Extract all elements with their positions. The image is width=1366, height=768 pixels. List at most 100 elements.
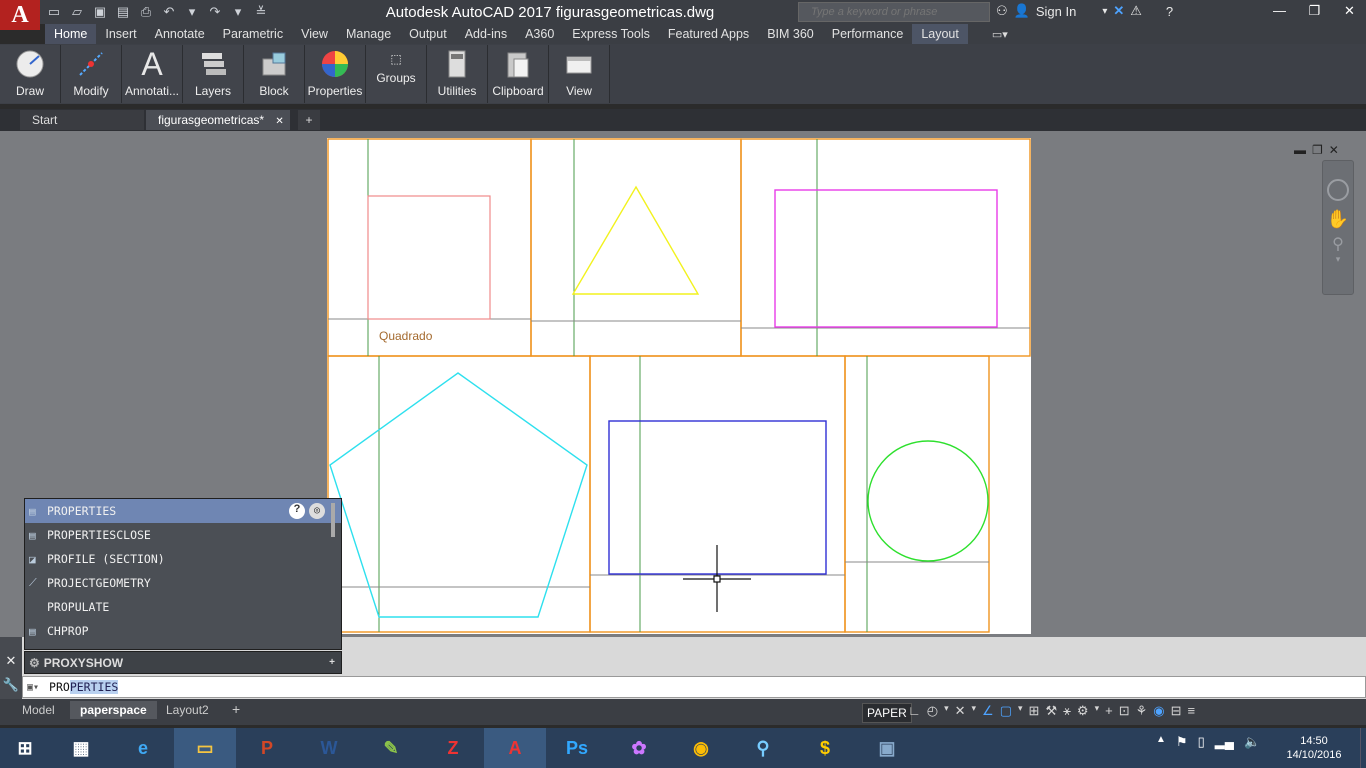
show-hidden-icons-icon[interactable]: ▲ — [1156, 734, 1166, 750]
file-tab-current[interactable]: figurasgeometricas* ✕ — [146, 110, 290, 130]
lineweight-icon[interactable]: ▢ — [1000, 703, 1012, 719]
powerpoint-icon[interactable]: P — [236, 728, 298, 768]
autocad-taskbar-icon[interactable]: A — [484, 728, 546, 768]
search-box[interactable] — [798, 2, 991, 22]
tab-bim-360[interactable]: BIM 360 — [758, 24, 823, 44]
volume-icon[interactable]: 🔈 — [1244, 734, 1260, 750]
file-tab-start[interactable]: Start — [20, 110, 144, 130]
autocomplete-item[interactable]: PROPULATE — [25, 595, 341, 619]
save-as-icon[interactable]: ▤ — [115, 4, 131, 20]
layout-tab-paperspace[interactable]: paperspace — [70, 701, 157, 719]
chevron-down-icon[interactable]: ▾ — [1102, 6, 1107, 17]
paper-sheet[interactable]: Quadrado — [327, 138, 1031, 634]
new-layout-button[interactable]: + — [226, 701, 246, 717]
utilities-panel-button[interactable]: Utilities — [427, 45, 488, 103]
tab-a360[interactable]: A360 — [516, 24, 563, 44]
pan-icon[interactable]: ✋ — [1323, 209, 1353, 230]
task-view-icon[interactable]: ▦ — [50, 728, 112, 768]
tab-performance[interactable]: Performance — [823, 24, 913, 44]
magnifier-icon[interactable]: ⚲ — [732, 728, 794, 768]
polar-icon[interactable]: ◴ — [927, 703, 938, 719]
command-prompt-icon[interactable]: ▣▾ — [27, 682, 39, 693]
sign-in-link[interactable]: Sign In — [1036, 4, 1076, 19]
new-tab-button[interactable]: + — [298, 110, 320, 130]
autocomplete-scrollbar[interactable] — [331, 503, 335, 537]
autocomplete-item[interactable]: ▤ PROPERTIES ? ◎ — [25, 499, 341, 523]
photos-icon[interactable]: ▣ — [856, 728, 918, 768]
clock[interactable]: 14:50 14/10/2016 — [1286, 734, 1342, 762]
close-tab-icon[interactable]: ✕ — [275, 116, 283, 127]
filezilla-icon[interactable]: Z — [422, 728, 484, 768]
autocomplete-item[interactable]: ▤ PROPERTIESCLOSE — [25, 523, 341, 547]
quick-properties-icon[interactable]: ⊞ — [1029, 703, 1040, 719]
internet-explorer-icon[interactable]: e — [112, 728, 174, 768]
autocomplete-item[interactable]: ⟋ PROJECTGEOMETRY — [25, 571, 341, 595]
application-menu-button[interactable]: A — [0, 0, 40, 30]
web-search-icon[interactable]: ◎ — [309, 503, 325, 519]
tab-home[interactable]: Home — [45, 24, 97, 44]
autocomplete-item[interactable]: ▤ CHPROP — [25, 619, 341, 643]
color-app-icon[interactable]: ✿ — [608, 728, 670, 768]
battery-icon[interactable]: ▯ — [1198, 734, 1205, 750]
network-icon[interactable]: ▂▄ — [1215, 734, 1234, 750]
close-command-line-icon[interactable]: ✕ — [0, 653, 22, 669]
photoshop-icon[interactable]: Ps — [546, 728, 608, 768]
layers-panel-button[interactable]: Layers — [183, 45, 244, 103]
tab-express-tools[interactable]: Express Tools — [563, 24, 659, 44]
drawing-canvas[interactable] — [327, 138, 1031, 634]
modify-panel-button[interactable]: Modify — [61, 45, 122, 103]
view-panel-button[interactable]: View — [549, 45, 610, 103]
open-file-icon[interactable]: ▱ — [69, 4, 85, 20]
isolate-objects-icon[interactable]: ⚘ — [1136, 703, 1148, 719]
customize-qat-icon[interactable]: ≚ — [253, 4, 269, 20]
clipboard-panel-button[interactable]: Clipboard — [488, 45, 549, 103]
binoculars-icon[interactable]: ⚇ — [996, 3, 1008, 19]
zoom-icon[interactable]: ⚲ — [1323, 234, 1353, 254]
file-explorer-icon[interactable]: ▭ — [174, 728, 236, 768]
tab-view[interactable]: View — [292, 24, 337, 44]
project-icon[interactable]: ✎ — [360, 728, 422, 768]
viewport-close-icon[interactable]: ✕ — [1329, 143, 1339, 157]
paper-space-toggle[interactable]: PAPER — [862, 703, 912, 723]
chevron-down-icon[interactable]: ▾ — [972, 703, 977, 719]
tab-featured-apps[interactable]: Featured Apps — [659, 24, 758, 44]
tab-output[interactable]: Output — [400, 24, 456, 44]
layout-tab-model[interactable]: Model — [12, 701, 65, 719]
tab-add-ins[interactable]: Add-ins — [456, 24, 516, 44]
block-panel-button[interactable]: Block — [244, 45, 305, 103]
autocomplete-item[interactable]: ◪ PROFILE (SECTION) — [25, 547, 341, 571]
transparency-icon[interactable]: ⚹ — [1063, 703, 1071, 719]
hardware-acceleration-icon[interactable]: ◉ — [1153, 703, 1164, 719]
ortho-icon[interactable]: ∟ — [908, 703, 921, 719]
tab-annotate[interactable]: Annotate — [146, 24, 214, 44]
command-input[interactable]: ▣▾ PRO PERTIES — [22, 676, 1366, 698]
undo-icon[interactable]: ↶ — [161, 4, 177, 20]
a360-icon[interactable]: ⚠ — [1130, 3, 1142, 19]
draw-panel-button[interactable]: Draw — [0, 45, 61, 103]
workspace-gear-icon[interactable]: ⚙ — [1077, 703, 1089, 719]
start-button[interactable]: ⊞ — [0, 728, 50, 768]
proxyshow-row[interactable]: ⚙ PROXYSHOW + — [24, 651, 342, 674]
clean-screen-icon[interactable]: ⊟ — [1171, 703, 1182, 719]
save-icon[interactable]: ▣ — [92, 4, 108, 20]
annotation-monitor-icon[interactable]: + — [1105, 703, 1113, 719]
close-icon[interactable]: ✕ — [1332, 0, 1366, 22]
viewport-minimize-icon[interactable]: ▬ — [1294, 143, 1306, 157]
steering-wheel-icon[interactable] — [1327, 179, 1349, 201]
help-icon[interactable]: ? — [1166, 4, 1173, 19]
search-input[interactable] — [811, 3, 991, 21]
chrome-icon[interactable]: ◉ — [670, 728, 732, 768]
groups-panel-button[interactable]: ⬚ Groups — [366, 45, 427, 103]
annotation-scale-icon[interactable]: ∠ — [982, 703, 994, 719]
redo-dropdown-icon[interactable]: ▾ — [230, 4, 246, 20]
viewport-restore-icon[interactable]: ❐ — [1312, 143, 1323, 157]
customize-icon[interactable]: ≡ — [1188, 703, 1196, 719]
help-icon[interactable]: ? — [289, 503, 305, 519]
customize-wrench-icon[interactable]: 🔧 — [0, 677, 22, 693]
money-app-icon[interactable]: $ — [794, 728, 856, 768]
ribbon-minimize-icon[interactable]: ▭▾ — [992, 28, 1008, 41]
plot-icon[interactable]: ⎙ — [138, 4, 154, 20]
chevron-down-icon[interactable]: ▾ — [1018, 703, 1023, 719]
navbar-chevron-down-icon[interactable]: ▾ — [1323, 254, 1353, 265]
exchange-icon[interactable]: ✕ — [1113, 3, 1124, 19]
